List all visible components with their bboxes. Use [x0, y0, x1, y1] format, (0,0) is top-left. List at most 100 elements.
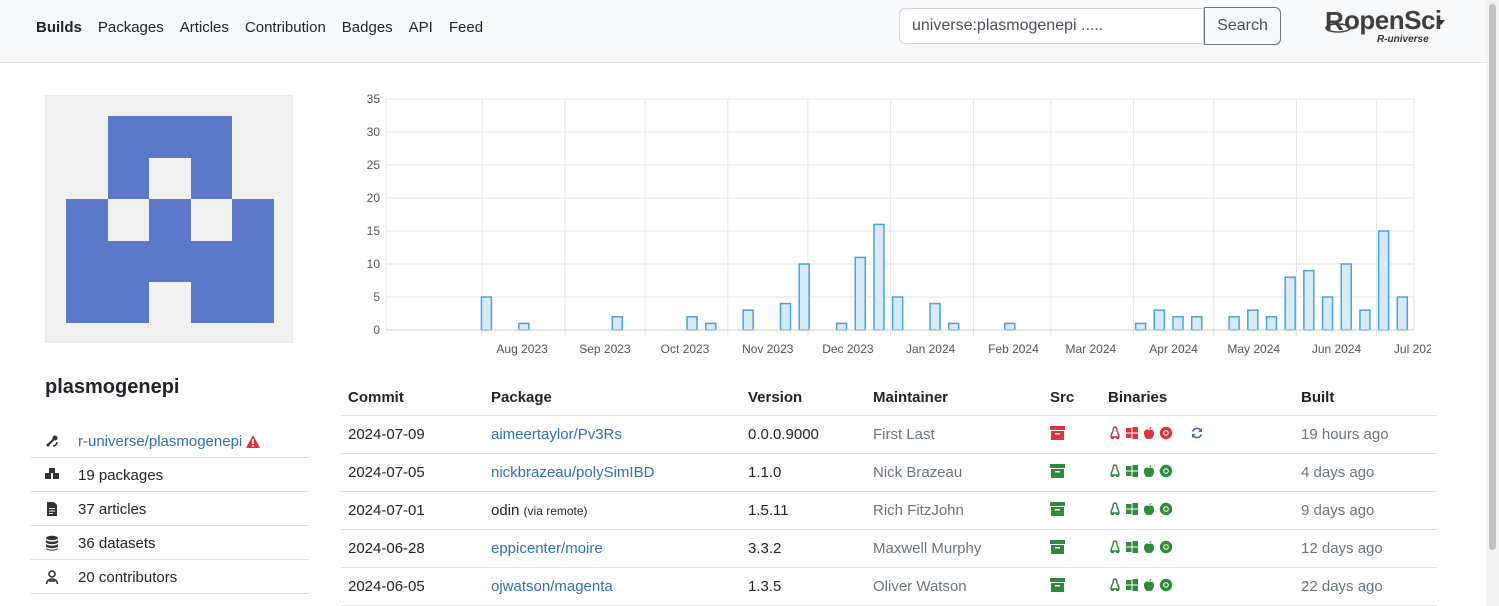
refresh-icon[interactable] [1190, 426, 1204, 440]
apple-icon[interactable] [1142, 464, 1156, 478]
list-item-articles[interactable]: 37 articles [30, 492, 309, 526]
windows-icon[interactable] [1125, 426, 1139, 440]
chart-bar [742, 309, 754, 331]
chart-bar [779, 302, 792, 331]
table-row: 2024-06-05 ojwatson/magenta 1.3.5 Oliver Wa… [341, 567, 1437, 606]
chrome-icon[interactable] [1159, 464, 1173, 478]
version: 1.1.0 [741, 453, 866, 492]
col-binaries: Binaries [1101, 380, 1294, 416]
package-link[interactable]: nickbrazeau/polySimIBD [491, 464, 654, 481]
windows-icon[interactable] [1125, 540, 1139, 554]
scrollbar[interactable] [1486, 0, 1499, 606]
chrome-icon[interactable] [1159, 502, 1173, 516]
archive-icon[interactable] [1050, 425, 1065, 440]
chart-bar [1247, 309, 1259, 331]
linux-icon[interactable] [1108, 539, 1122, 554]
chevron-down-icon[interactable] [1437, 20, 1445, 25]
windows-icon[interactable] [1125, 502, 1139, 516]
chrome-icon[interactable] [1159, 540, 1173, 554]
search-button[interactable]: Search [1204, 7, 1281, 45]
y-tick-label: 25 [367, 158, 381, 172]
version: 1.5.11 [741, 491, 866, 530]
chart-bar [1303, 269, 1315, 331]
commit-date: 2024-07-09 [341, 415, 484, 454]
chart-bar [1228, 316, 1240, 331]
y-tick-label: 5 [373, 290, 380, 304]
chrome-icon[interactable] [1159, 426, 1173, 440]
articles-count: 37 articles [78, 501, 147, 518]
package-link[interactable]: eppicenter/moire [491, 540, 603, 557]
builds-chart-svg: 0 5 10 15 20 25 30 35 Aug 2023 Sep 2023 Oct 2023 No… [367, 92, 1440, 356]
chart-bar [1340, 263, 1352, 331]
version: 1.3.5 [741, 567, 866, 606]
apple-icon[interactable] [1142, 426, 1156, 440]
archive-icon[interactable] [1050, 539, 1065, 554]
repo-link[interactable]: r-universe/plasmogenepi [78, 433, 242, 450]
x-tick-label: Feb 2024 [988, 342, 1039, 356]
archive-icon[interactable] [1050, 501, 1065, 516]
chart-bar [891, 296, 904, 331]
page-title: plasmogenepi [45, 376, 180, 398]
chart-bar [1284, 276, 1296, 331]
list-item-contributors[interactable]: 20 contributors [30, 560, 309, 594]
nav-feed[interactable]: Feed [449, 18, 483, 38]
search-form: Search [899, 7, 1281, 45]
chrome-icon[interactable] [1159, 578, 1173, 592]
chart-bar [611, 316, 624, 331]
col-package: Package [484, 380, 741, 416]
archive-icon[interactable] [1050, 577, 1065, 592]
maintainer: Maxwell Murphy [866, 529, 1043, 568]
src-cell [1043, 415, 1101, 454]
package-cell: nickbrazeau/polySimIBD [484, 453, 741, 492]
package-name: odin [491, 502, 520, 519]
chart-bar [798, 263, 810, 331]
col-commit: Commit [341, 380, 484, 416]
package-link[interactable]: aimeertaylor/Pv3Rs [491, 426, 622, 443]
chart-bar [873, 223, 885, 331]
built-time: 9 days ago [1294, 491, 1437, 530]
nav-packages[interactable]: Packages [98, 18, 164, 38]
table-row: 2024-07-01 odin (via remote) 1.5.11 Rich Fi… [341, 491, 1437, 530]
chart-bar [835, 322, 848, 331]
warning-icon[interactable] [246, 435, 261, 448]
version: 0.0.0.9000 [741, 415, 866, 454]
linux-icon[interactable] [1108, 463, 1122, 478]
x-tick-label: Dec 2023 [822, 342, 874, 356]
package-link[interactable]: ojwatson/magenta [491, 578, 613, 595]
table-row: 2024-07-05 nickbrazeau/polySimIBD 1.1.0 Nic… [341, 453, 1437, 492]
scrollbar-thumb[interactable] [1489, 4, 1496, 550]
y-tick-label: 20 [367, 191, 381, 205]
nav-articles[interactable]: Articles [180, 18, 229, 38]
package-cell: ojwatson/magenta [484, 567, 741, 606]
nav-api[interactable]: API [409, 18, 433, 38]
x-tick-label: Aug 2023 [496, 342, 548, 356]
apple-icon[interactable] [1142, 502, 1156, 516]
apple-icon[interactable] [1142, 578, 1156, 592]
archive-icon[interactable] [1050, 463, 1065, 478]
chart-bar [1190, 316, 1203, 331]
linux-icon[interactable] [1108, 577, 1122, 592]
built-time: 22 days ago [1294, 567, 1437, 606]
chart-bar [1134, 322, 1147, 331]
boxes-icon [45, 468, 59, 479]
nav-badges[interactable]: Badges [342, 18, 393, 38]
ropensci-logo[interactable]: R openSci R-universe [1325, 6, 1445, 50]
search-input[interactable] [899, 8, 1204, 44]
builds-chart: 0 5 10 15 20 25 30 35 Aug 2023 Sep 2023 Oct 2023 No… [341, 88, 1440, 363]
table-row: 2024-07-09 aimeertaylor/Pv3Rs 0.0.0.9000 Fi… [341, 415, 1437, 454]
apple-icon[interactable] [1142, 540, 1156, 554]
maintainer: Oliver Watson [866, 567, 1043, 606]
linux-icon[interactable] [1108, 425, 1122, 440]
chart-bar [704, 322, 717, 331]
binaries-cell [1101, 529, 1294, 568]
linux-icon[interactable] [1108, 501, 1122, 516]
nav-contribution[interactable]: Contribution [245, 18, 326, 38]
windows-icon[interactable] [1125, 578, 1139, 592]
commit-date: 2024-07-05 [341, 453, 484, 492]
windows-icon[interactable] [1125, 464, 1139, 478]
src-cell [1043, 491, 1101, 530]
table-header-row: Commit Package Version Maintainer Src Bi… [341, 380, 1437, 416]
nav-builds[interactable]: Builds [36, 18, 82, 38]
list-item-datasets[interactable]: 36 datasets [30, 526, 309, 560]
list-item-packages[interactable]: 19 packages [30, 458, 309, 492]
